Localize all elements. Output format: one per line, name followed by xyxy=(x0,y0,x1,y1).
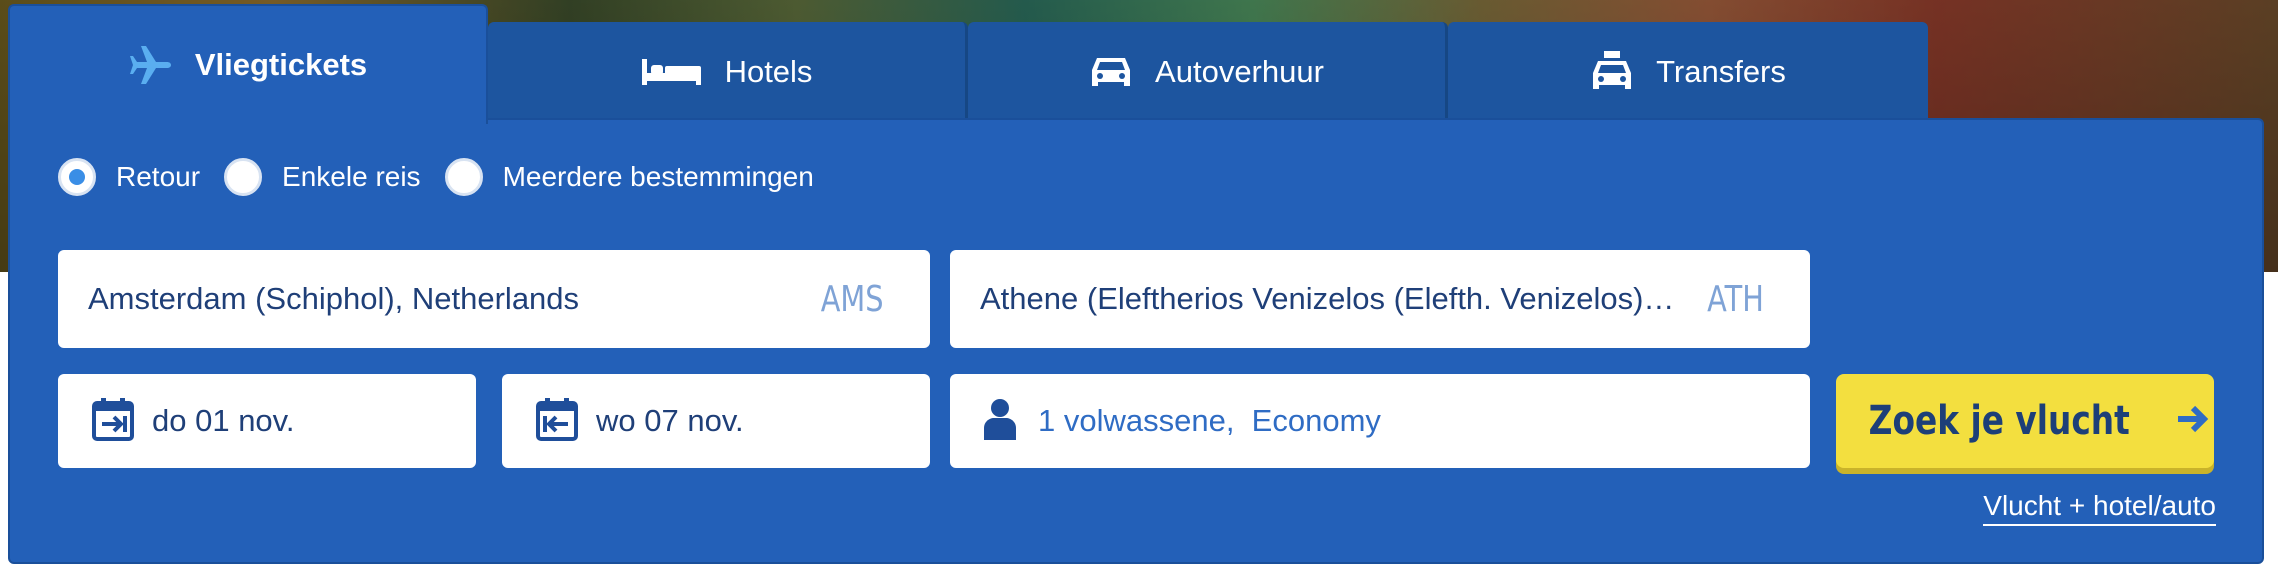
radio-label: Enkele reis xyxy=(282,161,421,192)
search-flights-button[interactable]: Zoek je vlucht xyxy=(1836,374,2214,468)
person-icon xyxy=(984,398,1016,445)
tab-label: Hotels xyxy=(724,54,813,89)
arrow-right-icon xyxy=(2176,398,2210,444)
product-tabs: Vliegtickets Hotels Autoverhuur Transfer… xyxy=(8,4,1928,124)
return-date-field[interactable]: wo 07 nov. xyxy=(502,374,930,468)
radio-label: Retour xyxy=(116,161,201,192)
depart-date-field[interactable]: do 01 nov. xyxy=(58,374,476,468)
radio-button[interactable] xyxy=(444,158,483,196)
passengers-value: 1 volwassene, Economy xyxy=(1038,403,1381,438)
trip-type-one-way[interactable]: Enkele reis xyxy=(224,158,421,196)
destination-field[interactable]: Athene (Eleftherios Venizelos (Elefth. V… xyxy=(950,250,1810,348)
flight-search-panel: Retour Enkele reis Meerdere bestemmingen… xyxy=(8,118,2264,564)
radio-button[interactable] xyxy=(224,158,263,196)
tab-transfers[interactable]: Transfers xyxy=(1448,22,1928,122)
search-button-label: Zoek je vlucht xyxy=(1868,398,2130,444)
calendar-depart-icon xyxy=(92,397,134,446)
radio-label: Meerdere bestemmingen xyxy=(502,161,814,192)
taxi-icon xyxy=(1590,51,1634,93)
tab-label: Vliegtickets xyxy=(194,47,368,82)
flight-hotel-car-link[interactable]: Vlucht + hotel/auto xyxy=(1983,490,2216,526)
airplane-icon xyxy=(129,45,173,85)
tab-label: Autoverhuur xyxy=(1155,54,1324,89)
return-date-value: wo 07 nov. xyxy=(596,403,744,438)
trip-type-return[interactable]: Retour xyxy=(58,158,200,196)
car-icon xyxy=(1089,54,1133,90)
trip-type-multi-city[interactable]: Meerdere bestemmingen xyxy=(444,158,814,196)
tab-label: Transfers xyxy=(1656,54,1786,89)
origin-field[interactable]: Amsterdam (Schiphol), Netherlands AMS xyxy=(58,250,930,348)
bed-icon xyxy=(641,57,703,87)
origin-airport-code: AMS xyxy=(821,278,884,320)
tab-car-rental[interactable]: Autoverhuur xyxy=(968,22,1448,122)
trip-type-radios: Retour Enkele reis Meerdere bestemmingen xyxy=(58,158,838,196)
passengers-field[interactable]: 1 volwassene, Economy xyxy=(950,374,1810,468)
tab-hotels[interactable]: Hotels xyxy=(488,22,968,122)
depart-date-value: do 01 nov. xyxy=(152,403,295,438)
tab-flights[interactable]: Vliegtickets xyxy=(8,4,488,124)
destination-value: Athene (Eleftherios Venizelos (Elefth. V… xyxy=(980,281,1675,316)
origin-value: Amsterdam (Schiphol), Netherlands xyxy=(88,281,580,316)
calendar-return-icon xyxy=(536,397,578,446)
destination-airport-code: ATH xyxy=(1707,278,1764,320)
radio-button[interactable] xyxy=(58,158,96,196)
